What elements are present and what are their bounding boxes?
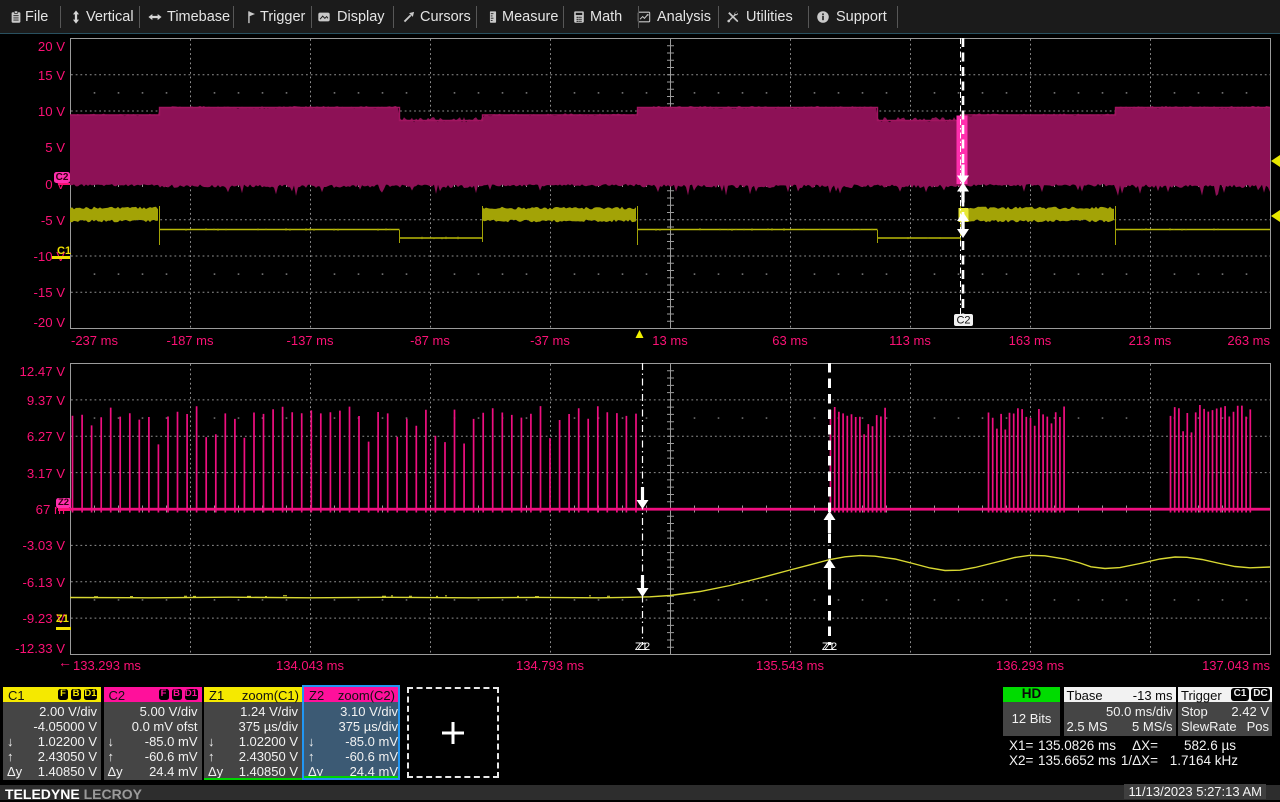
svg-text:Z2: Z2 [824, 641, 837, 653]
svg-text:Z2: Z2 [637, 641, 650, 653]
svg-text:C2: C2 [956, 315, 970, 327]
